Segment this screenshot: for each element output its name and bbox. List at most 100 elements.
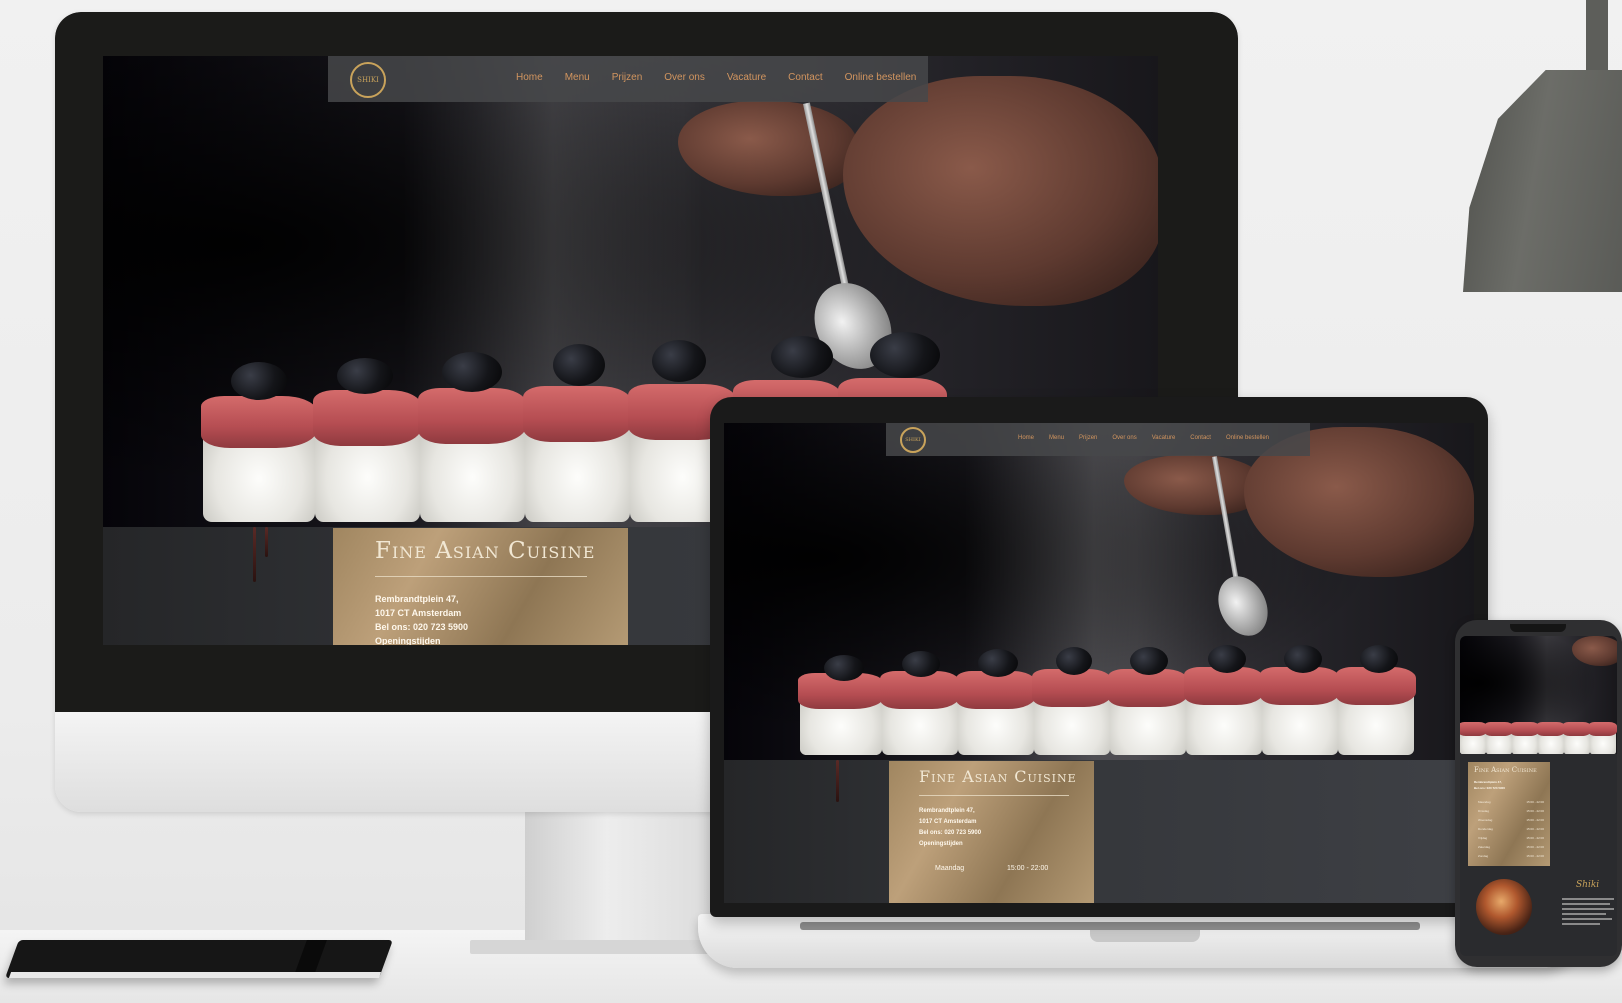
nav-online-bestellen[interactable]: Online bestellen [845, 72, 917, 83]
hours-time: 15:00 - 22:00 [1526, 800, 1544, 804]
nav-prijzen[interactable]: Prijzen [1079, 435, 1097, 441]
nav-contact[interactable]: Contact [1190, 435, 1211, 441]
sushi-piece [1511, 716, 1539, 754]
hours-row: Donderdag 15:00 - 22:00 [1478, 827, 1544, 836]
hours-row: Woensdag 15:00 - 22:00 [1478, 818, 1544, 827]
macbook-opening-notch [1090, 930, 1200, 942]
nav-vacature[interactable]: Vacature [727, 72, 766, 83]
sushi-piece [1537, 716, 1565, 754]
lamp-shade [1463, 70, 1622, 292]
phone-hours-list: Maandag 15:00 - 22:00 Dinsdag 15:00 - 22… [1478, 800, 1544, 863]
navbar: SHIKI Home Menu Prijzen Over ons Vacatur… [886, 423, 1310, 456]
nav-online-bestellen[interactable]: Online bestellen [1226, 435, 1269, 441]
hours-row: Zondag 15:00 - 22:00 [1478, 854, 1544, 863]
sushi-piece [956, 649, 1036, 755]
sauce-drip [265, 527, 268, 557]
nav-prijzen[interactable]: Prijzen [612, 72, 643, 83]
navbar: SHIKI Home Menu Prijzen Over ons Vacatur… [328, 56, 928, 102]
card-address-line2: 1017 CT Amsterdam [375, 608, 462, 618]
card-address-line1: Rembrandtplein 47, [919, 808, 975, 814]
card-phone[interactable]: Bel ons: 020 723 5900 [1474, 786, 1505, 790]
nav-menu[interactable]: Menu [565, 72, 590, 83]
logo[interactable]: SHIKI [350, 62, 386, 98]
phone-script-heading: Shiki [1576, 880, 1600, 890]
card-phone[interactable]: Bel ons: 020 723 5900 [919, 830, 981, 836]
sushi-piece [200, 362, 318, 522]
card-title: Fine Asian Cuisine [1474, 766, 1537, 774]
card-address-line1: Rembrandtplein 47, [375, 594, 459, 604]
phone-screen: Fine Asian Cuisine Rembrandtplein 47, Be… [1460, 636, 1617, 956]
nav-vacature[interactable]: Vacature [1152, 435, 1176, 441]
sushi-piece [1108, 647, 1188, 755]
nav-links: Home Menu Prijzen Over ons Vacature Cont… [516, 72, 916, 83]
nav-home[interactable]: Home [516, 72, 543, 83]
notebook-pages [8, 972, 382, 978]
hours-day: Zondag [1478, 854, 1489, 858]
hours-time: 15:00 - 22:00 [1526, 809, 1544, 813]
sushi-piece [312, 358, 423, 522]
lamp-pole [1586, 0, 1608, 80]
hours-day: Woensdag [1478, 818, 1493, 822]
sauce-drip [836, 760, 839, 802]
info-card: Fine Asian Cuisine Rembrandtplein 47, 10… [889, 761, 1094, 903]
sushi-piece [1485, 716, 1513, 754]
smartphone: Fine Asian Cuisine Rembrandtplein 47, Be… [1455, 620, 1622, 967]
hand [843, 76, 1158, 306]
sushi-row [798, 645, 1416, 755]
card-address-line1: Rembrandtplein 47, [1474, 780, 1502, 784]
sushi-row [1460, 716, 1617, 754]
sushi-piece [1032, 647, 1112, 755]
hand [678, 101, 858, 196]
card-divider [375, 576, 587, 577]
nav-over-ons[interactable]: Over ons [664, 72, 705, 83]
phone-notch [1510, 624, 1566, 632]
card-hours-heading: Openingstijden [919, 841, 963, 847]
info-card: Fine Asian Cuisine Rembrandtplein 47, 10… [333, 528, 628, 645]
card-hours-heading: Openingstijden [375, 636, 441, 645]
hero-photo [724, 423, 1474, 760]
logo-text: SHIKI [357, 76, 379, 84]
sushi-piece [1460, 716, 1487, 754]
sushi-piece [1589, 716, 1617, 754]
nav-over-ons[interactable]: Over ons [1112, 435, 1136, 441]
hours-time: 15:00 - 22:00 [1526, 845, 1544, 849]
hours-row: Maandag 15:00 - 22:00 [1478, 800, 1544, 809]
nav-menu[interactable]: Menu [1049, 435, 1064, 441]
hours-day: Vrijdag [1478, 836, 1488, 840]
card-address-line2: 1017 CT Amsterdam [919, 819, 977, 825]
hours-row: Vrijdag 15:00 - 22:00 [1478, 836, 1544, 845]
dish-photo [1476, 879, 1532, 935]
sushi-piece [1184, 645, 1264, 755]
hours-row: Zaterdag 15:00 - 22:00 [1478, 845, 1544, 854]
card-hours-day: Maandag [935, 865, 965, 872]
sushi-piece [1336, 645, 1416, 755]
card-phone[interactable]: Bel ons: 020 723 5900 [375, 622, 468, 632]
hours-time: 15:00 - 22:00 [1526, 818, 1544, 822]
phone-body-text [1562, 898, 1614, 928]
logo-text: SHIKI [905, 437, 921, 443]
sauce-drip [253, 527, 256, 582]
hours-row: Dinsdag 15:00 - 22:00 [1478, 809, 1544, 818]
macbook-screen: Fine Asian Cuisine Rembrandtplein 47, 10… [724, 423, 1474, 903]
hours-day: Maandag [1478, 800, 1491, 804]
hand [1572, 636, 1617, 666]
nav-contact[interactable]: Contact [788, 72, 822, 83]
hours-day: Zaterdag [1478, 845, 1491, 849]
macbook-keyboard [800, 922, 1420, 930]
hours-time: 15:00 - 22:00 [1526, 854, 1544, 858]
hours-time: 15:00 - 22:00 [1526, 827, 1544, 831]
nav-home[interactable]: Home [1018, 435, 1034, 441]
card-hours-time: 15:00 - 22:00 [1007, 865, 1049, 872]
sushi-piece [417, 352, 528, 522]
logo[interactable]: SHIKI [900, 427, 926, 453]
hero-photo [1460, 636, 1617, 754]
nav-links: Home Menu Prijzen Over ons Vacature Cont… [1018, 435, 1269, 441]
sushi-piece [1563, 716, 1591, 754]
sushi-piece [798, 651, 884, 755]
hours-day: Dinsdag [1478, 809, 1490, 813]
card-title: Fine Asian Cuisine [375, 538, 596, 564]
hours-day: Donderdag [1478, 827, 1493, 831]
sushi-piece [522, 344, 633, 522]
sushi-piece [1260, 645, 1340, 755]
macbook: Fine Asian Cuisine Rembrandtplein 47, 10… [710, 397, 1488, 917]
